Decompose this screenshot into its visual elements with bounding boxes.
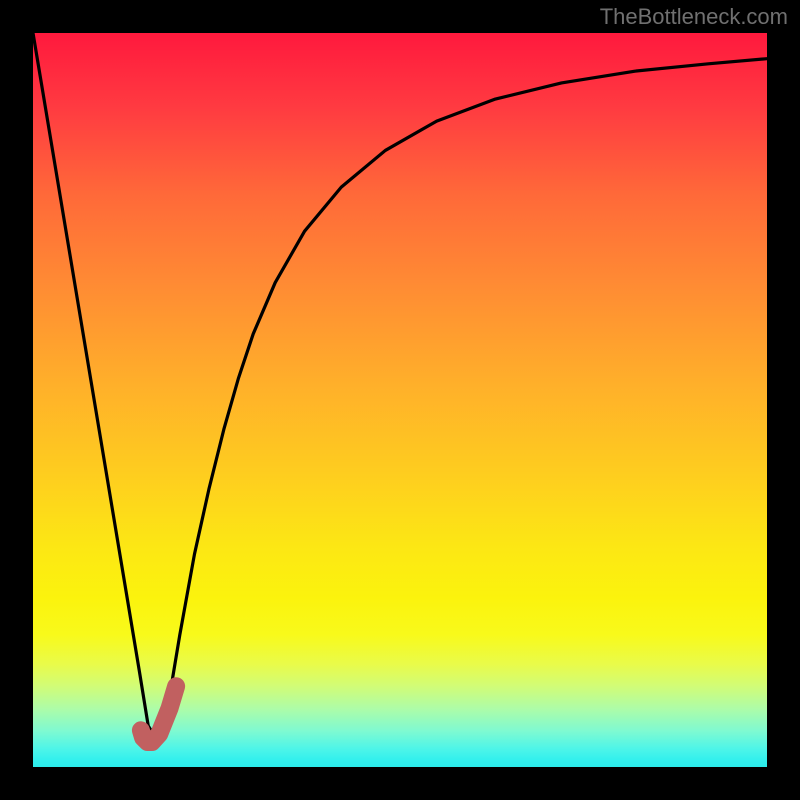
chart-curve-line (33, 33, 767, 741)
chart-svg (33, 33, 767, 767)
chart-plot-area (33, 33, 767, 767)
watermark-text: TheBottleneck.com (600, 4, 788, 30)
